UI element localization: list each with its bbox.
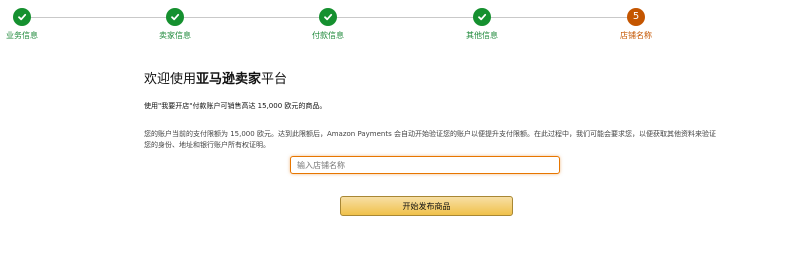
- step-label: 业务信息: [6, 31, 38, 40]
- step-seller-info[interactable]: 卖家信息: [130, 8, 220, 41]
- step-label: 卖家信息: [159, 31, 191, 40]
- brand-name: 亚马逊卖家: [196, 72, 262, 87]
- page-title: 欢迎使用亚马逊卖家平台: [144, 72, 288, 87]
- step-other-info[interactable]: 其他信息: [437, 8, 527, 41]
- step-payment-info[interactable]: 付款信息: [283, 8, 373, 41]
- payment-limit-info: 您的账户当前的支付限额为 15,000 欧元。达到此限额后，Amazon Pay…: [144, 130, 716, 149]
- step-store-name[interactable]: 5 店铺名称: [591, 8, 681, 41]
- step-label: 付款信息: [312, 31, 344, 40]
- checkmark-icon: [319, 8, 337, 26]
- step-label: 其他信息: [466, 31, 498, 40]
- store-name-input[interactable]: [290, 156, 560, 174]
- checkmark-icon: [166, 8, 184, 26]
- checkmark-icon: [473, 8, 491, 26]
- step-label: 店铺名称: [620, 31, 652, 40]
- step-business-info[interactable]: 业务信息: [0, 8, 67, 41]
- sales-limit-info: 使用"我要开店"付款账户可销售高达 15,000 欧元的商品。: [144, 102, 327, 110]
- start-listing-button[interactable]: 开始发布商品: [340, 196, 513, 216]
- step-number: 5: [627, 8, 645, 26]
- checkmark-icon: [13, 8, 31, 26]
- main-content: 欢迎使用亚马逊卖家平台 使用"我要开店"付款账户可销售高达 15,000 欧元的…: [144, 68, 724, 151]
- progress-stepper: 业务信息 卖家信息 付款信息 其他信息 5 店铺名称: [0, 0, 800, 48]
